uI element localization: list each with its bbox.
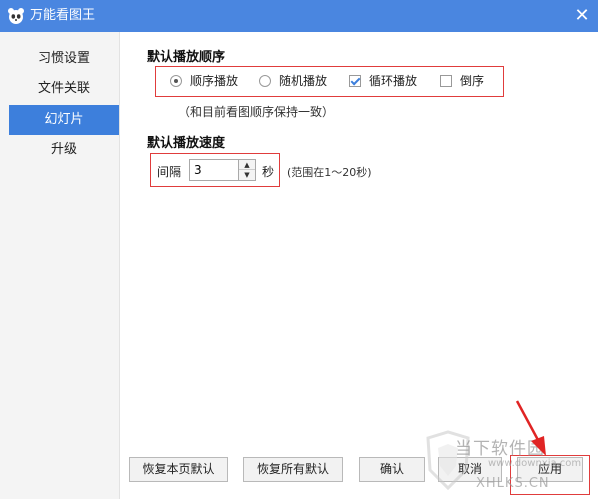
watermark-url: www.downxia.com [488,458,582,469]
sidebar-item-slideshow[interactable]: 幻灯片 [9,105,119,135]
range-note: (范围在1～20秒) [287,166,372,179]
radio-unselected-icon [259,75,271,87]
radio-selected-icon [170,75,182,87]
playback-order-title: 默认播放顺序 [147,50,226,65]
confirm-button[interactable]: 确认 [359,457,425,482]
sidebar-item-upgrade[interactable]: 升级 [9,135,119,165]
interval-input[interactable] [189,159,239,181]
checkbox-checked-icon [349,75,361,87]
interval-stepper: ▲ ▼ [239,159,256,181]
playback-speed-title: 默认播放速度 [147,136,226,151]
restore-all-defaults-button[interactable]: 恢复所有默认 [243,457,343,482]
stepper-down-icon[interactable]: ▼ [239,170,255,180]
window-title: 万能看图王 [30,8,96,23]
reverse-order-label: 倒序 [460,74,485,88]
restore-page-defaults-button[interactable]: 恢复本页默认 [129,457,228,482]
order-random-label: 随机播放 [279,74,328,88]
loop-playback-checkbox[interactable]: 循环播放 [349,73,417,89]
settings-sidebar: 习惯设置 文件关联 幻灯片 升级 [0,32,120,499]
interval-label: 间隔 [157,165,182,179]
order-sequential-radio[interactable]: 顺序播放 [170,73,238,89]
order-random-radio[interactable]: 随机播放 [259,73,327,89]
close-icon[interactable]: ✕ [572,6,592,26]
panda-logo-icon [8,8,24,24]
sidebar-item-file-association[interactable]: 文件关联 [9,74,119,104]
checkbox-unchecked-icon [440,75,452,87]
order-sequential-label: 顺序播放 [190,74,239,88]
reverse-order-checkbox[interactable]: 倒序 [440,73,484,89]
seconds-unit: 秒 [262,165,275,179]
title-bar: 万能看图王 ✕ [0,0,598,32]
watermark-site: XHLKS.CN [476,476,550,491]
stepper-up-icon[interactable]: ▲ [239,160,255,170]
sidebar-item-habits[interactable]: 习惯设置 [9,44,119,74]
watermark-text: 当下软件园 [455,439,545,459]
loop-playback-label: 循环播放 [369,74,418,88]
order-note: （和目前看图顺序保持一致） [178,105,335,119]
